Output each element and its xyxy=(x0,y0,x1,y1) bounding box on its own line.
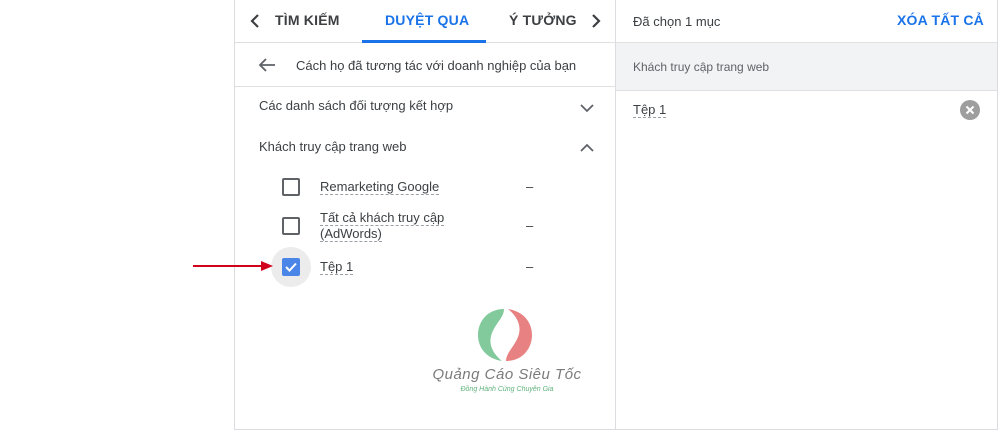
checkbox-remarketing-google[interactable] xyxy=(282,178,300,196)
tabs-prev-button[interactable] xyxy=(247,12,263,30)
checkbox-tep-1[interactable] xyxy=(282,258,300,276)
tab-browse[interactable]: DUYỆT QUA xyxy=(385,12,469,28)
selection-group-header: Khách truy cập trang web xyxy=(616,43,997,91)
back-button[interactable] xyxy=(257,56,277,74)
chevron-down-icon[interactable] xyxy=(579,101,595,113)
chevron-left-icon xyxy=(250,14,259,28)
audience-browser-panel: TÌM KIẾM DUYỆT QUA Ý TƯỞNG Cách họ đã tư… xyxy=(234,0,616,430)
chevron-right-icon xyxy=(592,14,601,28)
tab-search[interactable]: TÌM KIẾM xyxy=(275,12,340,28)
item-label: Tệp 1 xyxy=(320,259,354,275)
item-label: Tất cả khách truy cập (AdWords) xyxy=(320,210,445,242)
selected-item: Tệp 1 xyxy=(633,102,667,118)
section-website-visitors[interactable]: Khách truy cập trang web xyxy=(259,139,406,154)
chevron-up-icon[interactable] xyxy=(579,141,595,153)
item-size-value: – xyxy=(526,179,534,194)
breadcrumb-title: Cách họ đã tương tác với doanh nghiệp củ… xyxy=(296,58,577,73)
remove-item-button[interactable] xyxy=(960,100,980,120)
breadcrumb: Cách họ đã tương tác với doanh nghiệp củ… xyxy=(235,43,615,87)
item-size-value: – xyxy=(526,259,534,274)
tab-bar: TÌM KIẾM DUYỆT QUA Ý TƯỞNG xyxy=(235,0,615,43)
annotation-arrow-icon xyxy=(193,259,275,273)
selected-count: Đã chọn 1 mục xyxy=(633,14,721,29)
checkbox-all-visitors[interactable] xyxy=(282,217,300,235)
clear-all-button[interactable]: XÓA TẤT CẢ xyxy=(897,12,984,28)
check-icon xyxy=(285,262,297,272)
watermark-logo xyxy=(474,305,536,365)
tabs-next-button[interactable] xyxy=(588,12,604,30)
watermark-title: Quảng Cáo Siêu Tốc xyxy=(432,366,582,383)
selection-header: Đã chọn 1 mục XÓA TẤT CẢ xyxy=(616,0,997,43)
item-label: Remarketing Google xyxy=(320,179,440,195)
item-size-value: – xyxy=(526,218,534,233)
selection-group-label: Khách truy cập trang web xyxy=(633,60,770,74)
tab-ideas[interactable]: Ý TƯỞNG xyxy=(509,12,577,28)
close-icon xyxy=(965,105,975,115)
watermark-subtitle: Đồng Hành Cùng Chuyên Gia xyxy=(460,386,554,393)
selection-panel: Đã chọn 1 mục XÓA TẤT CẢ Khách truy cập … xyxy=(615,0,998,430)
section-combined-lists[interactable]: Các danh sách đối tượng kết hợp xyxy=(259,98,453,113)
arrow-left-icon xyxy=(258,58,275,72)
